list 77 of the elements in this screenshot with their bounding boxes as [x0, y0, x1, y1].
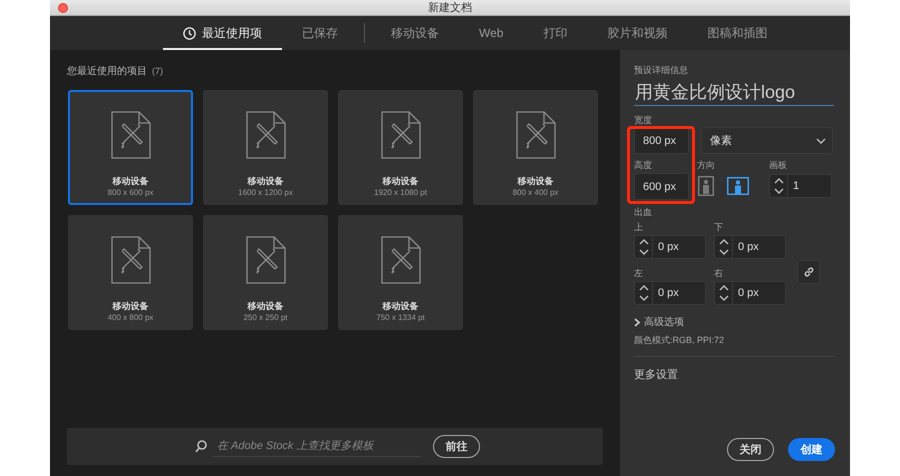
tab[interactable]: 打印: [523, 16, 588, 50]
create-button[interactable]: 创建: [788, 438, 835, 461]
more-settings-label[interactable]: 更多设置: [634, 367, 834, 382]
item-count: (7): [152, 66, 163, 76]
preset-name: 移动设备: [112, 175, 148, 187]
section-label: 出血: [634, 206, 652, 218]
field-label: 方向: [697, 159, 715, 171]
search-icon: [195, 440, 207, 453]
preset-card[interactable]: 移动设备 1920 x 1080 pt: [338, 90, 463, 205]
clock-icon: [183, 26, 196, 40]
stepper-icon[interactable]: [774, 177, 784, 195]
preset-name: 移动设备: [248, 300, 284, 312]
artboard-field[interactable]: 1: [769, 174, 832, 198]
tab[interactable]: Web: [459, 16, 524, 50]
preset-size: 400 x 800 px: [108, 312, 154, 324]
document-icon: [110, 111, 150, 159]
advanced-options-toggle[interactable]: 高级选项: [634, 315, 834, 329]
section-heading: 预设详细信息: [634, 64, 689, 76]
link-button[interactable]: [797, 260, 820, 284]
preset-card[interactable]: 移动设备 800 x 600 px: [68, 90, 193, 205]
field-label: 左: [634, 267, 643, 279]
preset-card[interactable]: 移动设备 400 x 800 px: [68, 215, 193, 330]
preset-name: 移动设备: [518, 175, 554, 187]
preset-name: 移动设备: [382, 300, 418, 312]
preset-size: 800 x 600 px: [108, 187, 154, 199]
go-button[interactable]: 前往: [433, 435, 480, 458]
preset-card[interactable]: 移动设备 250 x 250 pt: [203, 215, 328, 330]
chevron-right-icon: [634, 318, 640, 326]
preset-size: 1600 x 1200 px: [238, 187, 293, 199]
preset-size: 750 x 1334 pt: [376, 312, 425, 324]
document-name-field[interactable]: 用黄金比例设计logo: [634, 80, 834, 106]
chevron-down-icon: [816, 138, 826, 144]
preset-card[interactable]: 移动设备 1600 x 1200 px: [203, 90, 328, 205]
document-icon: [516, 111, 556, 159]
field-label: 上: [634, 221, 643, 233]
preset-name: 移动设备: [248, 175, 284, 187]
bleed-field[interactable]: 0 px: [714, 281, 786, 305]
field-label: 下: [714, 221, 723, 233]
portrait-orientation-button[interactable]: [698, 176, 714, 196]
tab[interactable]: 已保存: [282, 16, 358, 50]
bleed-field[interactable]: 0 px: [634, 281, 706, 305]
preset-name: 移动设备: [382, 175, 418, 187]
preset-card[interactable]: 移动设备 750 x 1334 pt: [338, 215, 463, 330]
link-icon: [802, 266, 814, 278]
close-button[interactable]: 关闭: [727, 438, 774, 461]
tab[interactable]: 图稿和插图: [687, 16, 788, 50]
preset-size: 1920 x 1080 pt: [374, 187, 427, 199]
stepper-icon[interactable]: [638, 238, 648, 256]
window-title: 新建文档: [428, 0, 472, 15]
bleed-field[interactable]: 0 px: [714, 235, 786, 259]
preset-card[interactable]: 移动设备 800 x 400 px: [473, 90, 598, 205]
color-mode-info: 颜色模式:RGB, PPI:72: [634, 334, 726, 346]
field-label: 高度: [634, 159, 652, 171]
section-heading: 您最近使用的项目: [67, 64, 147, 78]
unit-dropdown[interactable]: 像素: [701, 127, 833, 154]
stepper-icon[interactable]: [638, 284, 648, 302]
document-icon: [380, 236, 420, 284]
field-label: 画板: [769, 159, 787, 171]
search-field[interactable]: 在 Adobe Stock 上查找更多模板: [213, 436, 421, 457]
tab[interactable]: 移动设备: [371, 16, 459, 50]
preset-name: 移动设备: [112, 300, 148, 312]
height-field[interactable]: 600 px: [634, 173, 689, 200]
field-label: 宽度: [634, 114, 652, 126]
landscape-orientation-button[interactable]: [727, 177, 749, 195]
close-button[interactable]: [58, 3, 68, 13]
bleed-field[interactable]: 0 px: [634, 235, 706, 259]
document-icon: [246, 111, 286, 159]
document-icon: [380, 111, 420, 159]
document-icon: [110, 236, 150, 284]
stepper-icon[interactable]: [718, 238, 728, 256]
stepper-icon[interactable]: [718, 284, 728, 302]
field-label: 右: [714, 267, 723, 279]
preset-size: 250 x 250 pt: [243, 312, 288, 324]
document-icon: [246, 236, 286, 284]
tab[interactable]: 胶片和视频: [587, 16, 688, 50]
width-field[interactable]: 800 px: [634, 127, 689, 154]
preset-size: 800 x 400 px: [512, 187, 558, 199]
